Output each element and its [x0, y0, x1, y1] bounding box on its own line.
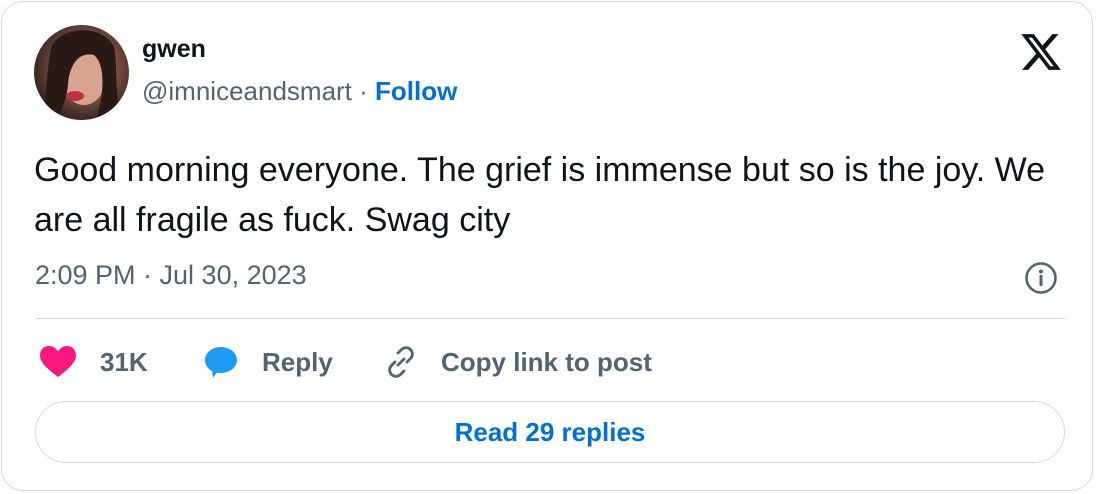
tweet-timestamp[interactable]: 2:09 PM · Jul 30, 2023: [35, 260, 307, 291]
reply-label: Reply: [262, 346, 333, 377]
divider: [35, 318, 1065, 319]
like-button[interactable]: 31K: [40, 342, 148, 382]
copy-link-button[interactable]: Copy link to post: [384, 342, 652, 382]
speech-bubble-icon: [205, 347, 237, 378]
avatar-photo: [39, 30, 122, 120]
reply-button[interactable]: Reply: [204, 342, 333, 382]
copy-link-label: Copy link to post: [441, 346, 652, 377]
tweet-card: gwen @imniceandsmart · Follow Good morni…: [1, 1, 1093, 491]
author-name[interactable]: gwen: [142, 35, 206, 64]
heart-icon: [40, 346, 76, 377]
handle-separator: ·: [359, 76, 368, 106]
avatar[interactable]: [34, 25, 129, 120]
x-logo-icon[interactable]: [1018, 30, 1064, 74]
author-handle[interactable]: @imniceandsmart: [142, 76, 352, 106]
info-icon[interactable]: [1024, 261, 1058, 295]
link-icon: [388, 346, 414, 378]
follow-button[interactable]: Follow: [375, 76, 457, 106]
tweet-text: Good morning everyone. The grief is imme…: [34, 151, 1046, 239]
author-handle-row: @imniceandsmart · Follow: [142, 76, 457, 107]
read-replies-button[interactable]: Read 29 replies: [35, 401, 1065, 463]
like-count: 31K: [100, 346, 148, 377]
